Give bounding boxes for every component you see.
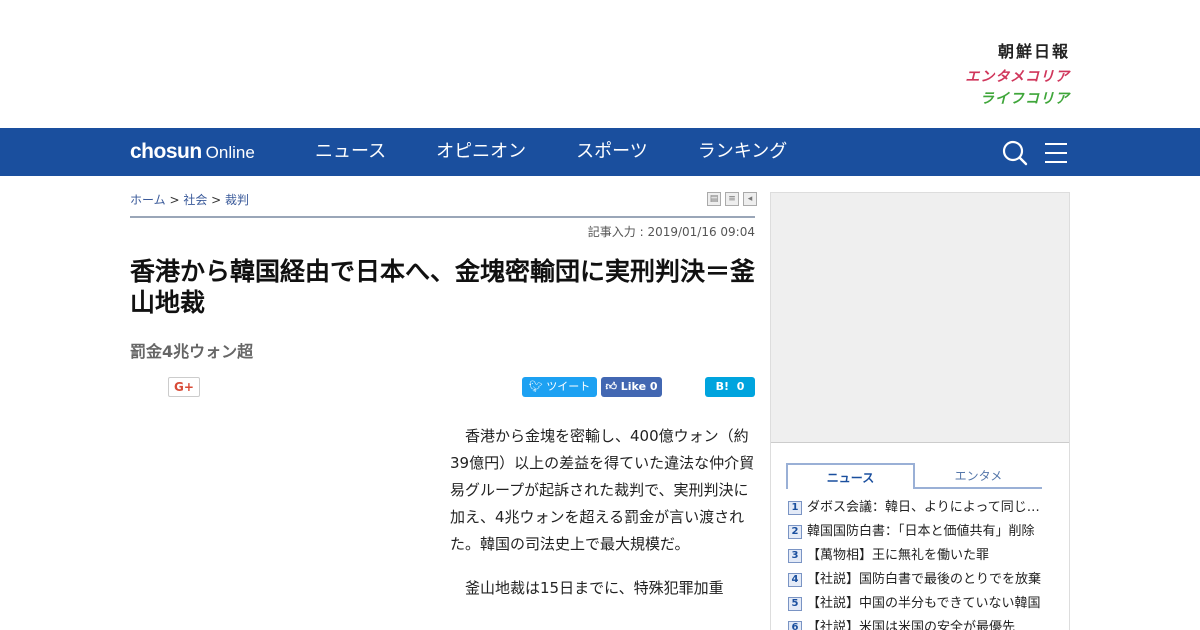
google-plus-button[interactable]: G+ bbox=[168, 377, 200, 397]
tab-news[interactable]: ニュース bbox=[786, 463, 915, 489]
menu-icon[interactable] bbox=[1044, 142, 1068, 164]
breadcrumb-category[interactable]: 社会 bbox=[183, 193, 207, 207]
article-body: 香港から金塊を密輸し、400億ウォン（約39億円）以上の差益を得ていた違法な仲介… bbox=[450, 423, 756, 619]
sidebar-divider bbox=[771, 442, 1069, 443]
breadcrumb-subcategory[interactable]: 裁判 bbox=[225, 193, 249, 207]
twitter-bird-icon: 🐦︎ bbox=[528, 380, 543, 393]
ranking-tabs: ニュース エンタメ bbox=[786, 463, 1042, 489]
ranking-title[interactable]: 【社説】中国の半分もできていない韓国 bbox=[807, 595, 1045, 613]
breadcrumb: ホーム > 社会 > 裁判 bbox=[130, 191, 249, 208]
article-headline: 香港から韓国経由で日本へ、金塊密輸団に実刑判決＝釜山地裁 bbox=[130, 257, 756, 317]
article-paragraph: 香港から金塊を密輸し、400億ウォン（約39億円）以上の差益を得ていた違法な仲介… bbox=[450, 427, 755, 553]
article-subhead: 罰金4兆ウォン超 bbox=[130, 342, 254, 361]
article-tools: ▤ ≡ ◂ bbox=[703, 192, 757, 206]
rank-number: 6 bbox=[788, 621, 802, 630]
ranking-item[interactable]: 6 【社説】米国は米国の安全が最優先 bbox=[788, 619, 1048, 630]
rank-number: 2 bbox=[788, 525, 802, 539]
ranking-item[interactable]: 1 ダボス会議：韓日、よりによって同じ日に bbox=[788, 499, 1048, 523]
ranking-title[interactable]: 【萬物相】王に無礼を働いた罪 bbox=[807, 547, 1045, 565]
ranking-title[interactable]: 韓国国防白書：「日本と価値共有」削除 bbox=[807, 523, 1045, 541]
sidebar-ad-placeholder bbox=[770, 192, 1070, 443]
ranking-title[interactable]: 【社説】米国は米国の安全が最優先 bbox=[807, 619, 1045, 630]
nav-icons bbox=[1002, 140, 1068, 166]
tweet-label: ツイート bbox=[546, 380, 591, 393]
tab-entame[interactable]: エンタメ bbox=[915, 465, 1042, 489]
main-navbar: chosun Online ニュース オピニオン スポーツ ランキング bbox=[0, 128, 1200, 176]
back-icon[interactable]: ◂ bbox=[743, 192, 757, 206]
facebook-like-button[interactable]: 👍︎ Like 0 bbox=[601, 377, 662, 397]
nav-item-news[interactable]: ニュース bbox=[315, 128, 386, 176]
logo-bold-text: chosun bbox=[130, 140, 202, 163]
like-count: 0 bbox=[649, 380, 658, 393]
like-label: Like bbox=[620, 380, 647, 393]
nav-menu: ニュース オピニオン スポーツ ランキング bbox=[315, 128, 837, 176]
thumbs-up-icon: 👍︎ bbox=[605, 380, 617, 393]
nav-item-opinion[interactable]: オピニオン bbox=[436, 128, 526, 176]
tweet-button[interactable]: 🐦︎ ツイート bbox=[522, 377, 597, 397]
ranking-item[interactable]: 5 【社説】中国の半分もできていない韓国 bbox=[788, 595, 1048, 619]
brand-links: 朝鮮日報 エンタメコリア ライフコリア bbox=[930, 44, 1070, 107]
ranking-title[interactable]: 【社説】国防白書で最後のとりでを放棄 bbox=[807, 571, 1045, 589]
ranking-title[interactable]: ダボス会議：韓日、よりによって同じ日に bbox=[807, 499, 1045, 517]
chosun-online-logo[interactable]: chosun Online bbox=[130, 140, 255, 164]
hatena-count: 0 bbox=[736, 380, 745, 393]
chosun-ilbo-link[interactable]: 朝鮮日報 bbox=[930, 44, 1070, 64]
ranking-item[interactable]: 4 【社説】国防白書で最後のとりでを放棄 bbox=[788, 571, 1048, 595]
ranking-item[interactable]: 3 【萬物相】王に無礼を働いた罪 bbox=[788, 547, 1048, 571]
article-paragraph: 釜山地裁は15日までに、特殊犯罪加重 bbox=[465, 579, 724, 597]
sidebar-ranking-box: ニュース エンタメ 1 ダボス会議：韓日、よりによって同じ日に 2 韓国国防白書：「… bbox=[770, 442, 1070, 630]
print-icon[interactable]: ▤ bbox=[707, 192, 721, 206]
logo-light-text: Online bbox=[205, 143, 255, 162]
breadcrumb-home[interactable]: ホーム bbox=[130, 193, 166, 207]
breadcrumb-separator: > bbox=[165, 193, 184, 207]
hatena-bookmark-button[interactable]: B! 0 bbox=[705, 377, 755, 397]
search-icon[interactable] bbox=[1002, 140, 1028, 166]
list-icon[interactable]: ≡ bbox=[725, 192, 739, 206]
life-korea-link[interactable]: ライフコリア bbox=[930, 92, 1070, 106]
rank-number: 4 bbox=[788, 573, 802, 587]
article-dateline: 記事入力 : 2019/01/16 09:04 bbox=[587, 225, 755, 239]
rank-number: 3 bbox=[788, 549, 802, 563]
ranking-item[interactable]: 2 韓国国防白書：「日本と価値共有」削除 bbox=[788, 523, 1048, 547]
nav-item-sports[interactable]: スポーツ bbox=[576, 128, 648, 176]
nav-item-ranking[interactable]: ランキング bbox=[698, 128, 787, 176]
rank-number: 5 bbox=[788, 597, 802, 611]
entame-korea-link[interactable]: エンタメコリア bbox=[930, 70, 1070, 84]
hatena-label: B! bbox=[715, 380, 730, 393]
breadcrumb-separator: > bbox=[207, 193, 226, 207]
breadcrumb-divider bbox=[130, 216, 755, 218]
rank-number: 1 bbox=[788, 501, 802, 515]
ranking-list: 1 ダボス会議：韓日、よりによって同じ日に 2 韓国国防白書：「日本と価値共有」削除… bbox=[788, 499, 1048, 630]
